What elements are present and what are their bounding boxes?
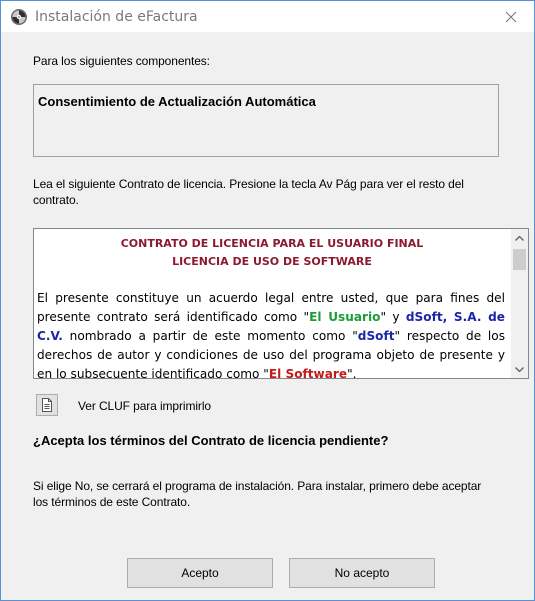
- license-text: ".: [347, 367, 357, 378]
- license-textbox[interactable]: CONTRATO DE LICENCIA PARA EL USUARIO FIN…: [33, 228, 529, 379]
- chevron-down-icon: [515, 366, 524, 372]
- chevron-up-icon: [515, 235, 524, 241]
- installer-dialog: Instalación de eFactura Para los siguien…: [0, 0, 535, 601]
- component-item: Consentimiento de Actualización Automáti…: [38, 94, 316, 109]
- license-scrollbar[interactable]: [511, 229, 528, 378]
- license-text: " y: [380, 310, 406, 324]
- installer-cd-icon: [10, 8, 28, 26]
- accept-question: ¿Acepta los términos del Contrato de lic…: [33, 433, 389, 448]
- license-term-user: El Usuario: [309, 310, 381, 324]
- license-term-dsoft: dSoft: [357, 329, 395, 343]
- document-print-icon: [42, 398, 52, 412]
- print-license-label[interactable]: Ver CLUF para imprimirlo: [78, 399, 211, 413]
- license-content: CONTRATO DE LICENCIA PARA EL USUARIO FIN…: [34, 229, 510, 378]
- title-bar: Instalación de eFactura: [1, 1, 534, 32]
- scroll-up-button[interactable]: [511, 229, 528, 246]
- accept-button[interactable]: Acepto: [127, 558, 273, 588]
- window-title: Instalación de eFactura: [35, 9, 198, 25]
- print-license-button[interactable]: [36, 394, 58, 416]
- instructions-line2: contrato.: [33, 193, 79, 207]
- license-text: nombrado a partir de este momento como ": [62, 329, 358, 343]
- components-box: Consentimiento de Actualización Automáti…: [33, 84, 499, 157]
- note-line2: los términos de este Contrato.: [33, 495, 191, 509]
- note-line1: Si elige No, se cerrará el programa de i…: [33, 479, 482, 493]
- decline-button[interactable]: No acepto: [289, 558, 435, 588]
- license-paragraph: El presente constituye un acuerdo legal …: [37, 289, 505, 378]
- close-button[interactable]: [488, 1, 534, 32]
- instructions-line1: Lea el siguiente Contrato de licencia. P…: [33, 177, 464, 191]
- license-heading-2: LICENCIA DE USO DE SOFTWARE: [172, 255, 372, 268]
- scroll-thumb[interactable]: [513, 249, 526, 270]
- close-icon: [505, 11, 517, 22]
- license-term-software: El Software: [268, 367, 348, 378]
- license-heading-1: CONTRATO DE LICENCIA PARA EL USUARIO FIN…: [120, 237, 424, 250]
- scroll-down-button[interactable]: [511, 361, 528, 378]
- components-label: Para los siguientes componentes:: [33, 54, 210, 68]
